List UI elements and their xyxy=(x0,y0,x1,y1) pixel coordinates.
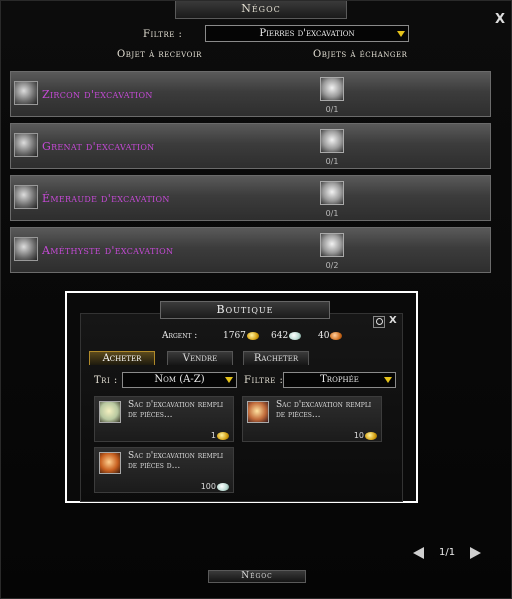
trade-row[interactable]: Émeraude d'excavation 0/1 xyxy=(10,175,491,221)
item-name[interactable]: Améthyste d'excavation xyxy=(42,244,173,257)
tab-vendre[interactable]: Vendre xyxy=(167,351,233,365)
money-label: Argent : xyxy=(162,331,198,341)
shop-item[interactable]: Sac d'excavation rempli de pièces... 1 xyxy=(94,396,234,442)
chevron-down-icon xyxy=(225,377,233,383)
coin-pile-icon[interactable] xyxy=(320,77,344,101)
item-name[interactable]: Grenat d'excavation xyxy=(42,140,154,153)
trade-row[interactable]: Grenat d'excavation 0/1 xyxy=(10,123,491,169)
gem-icon[interactable] xyxy=(14,237,38,261)
gold-coin-icon xyxy=(365,431,377,440)
sort-dropdown[interactable]: Nom (A-Z) xyxy=(122,372,237,388)
gem-icon[interactable] xyxy=(14,81,38,105)
silver-value: 642 xyxy=(271,331,289,341)
shop-item[interactable]: Sac d'excavation rempli de pièces... 10 xyxy=(242,396,382,442)
copper-coin-icon xyxy=(330,331,343,340)
trade-row[interactable]: Zircon d'excavation 0/1 xyxy=(10,71,491,117)
window-title: Négoc xyxy=(175,1,347,19)
sort-label: Tri : xyxy=(94,375,118,386)
price-value: 10 xyxy=(353,431,364,440)
tab-racheter[interactable]: Racheter xyxy=(243,351,309,365)
item-quantity: 0/1 xyxy=(325,209,339,218)
filter-dropdown[interactable]: Pierres d'excavation xyxy=(205,25,409,42)
item-name[interactable]: Émeraude d'excavation xyxy=(42,192,170,205)
search-icon[interactable] xyxy=(373,316,385,328)
silver-coin-icon xyxy=(217,482,229,491)
shop-item-name: Sac d'excavation rempli de pièces... xyxy=(276,400,372,420)
chevron-down-icon xyxy=(384,377,392,383)
trade-row[interactable]: Améthyste d'excavation 0/2 xyxy=(10,227,491,273)
shop-item-name: Sac d'excavation rempli de pièces... xyxy=(128,400,224,420)
price-value: 100 xyxy=(200,482,216,491)
item-quantity: 0/1 xyxy=(325,105,339,114)
shop-item-name: Sac d'excavation rempli de pièces d... xyxy=(128,451,224,471)
shop-item-price: 100 xyxy=(201,482,229,491)
gold-value: 1767 xyxy=(223,331,246,341)
coin-bag-icon xyxy=(247,401,269,423)
gold-amount: 1767 xyxy=(223,331,259,341)
column-receive: Objet à recevoir xyxy=(117,49,202,60)
shop-panel: Boutique X Argent : 1767 642 40 Acheter … xyxy=(65,291,418,503)
shop-filter-value: Trophée xyxy=(320,374,359,385)
copper-amount: 40 xyxy=(318,331,343,341)
gold-coin-icon xyxy=(217,431,229,440)
filter-value: Pierres d'excavation xyxy=(259,28,355,39)
coin-pile-icon[interactable] xyxy=(320,181,344,205)
coin-pile-icon[interactable] xyxy=(320,129,344,153)
shop-item[interactable]: Sac d'excavation rempli de pièces d... 1… xyxy=(94,447,234,493)
gold-coin-icon xyxy=(246,331,259,340)
filter-label: Filtre : xyxy=(143,29,183,40)
sort-value: Nom (A-Z) xyxy=(154,374,205,385)
shop-title: Boutique xyxy=(160,301,330,319)
column-exchange: Objets à échanger xyxy=(313,49,408,60)
shop-filter-dropdown[interactable]: Trophée xyxy=(283,372,396,388)
coin-bag-icon xyxy=(99,401,121,423)
negoc-window: Négoc X Filtre : Pierres d'excavation Ob… xyxy=(0,0,512,599)
silver-amount: 642 xyxy=(271,331,302,341)
page-indicator: 1/1 xyxy=(439,547,456,558)
prev-page-icon[interactable] xyxy=(413,547,424,559)
item-quantity: 0/2 xyxy=(325,261,339,270)
next-page-icon[interactable] xyxy=(470,547,481,559)
shop-item-price: 1 xyxy=(211,431,229,440)
shop-filter-label: Filtre : xyxy=(244,375,284,386)
item-quantity: 0/1 xyxy=(325,157,339,166)
tab-acheter[interactable]: Acheter xyxy=(89,351,155,365)
bottom-tab-negoc[interactable]: Négoc xyxy=(208,570,306,583)
copper-value: 40 xyxy=(318,331,330,341)
gem-icon[interactable] xyxy=(14,133,38,157)
shop-item-price: 10 xyxy=(354,431,377,440)
close-icon[interactable]: X xyxy=(493,13,507,27)
shop-close-icon[interactable]: X xyxy=(389,315,397,326)
coin-bag-icon xyxy=(99,452,121,474)
silver-coin-icon xyxy=(289,331,302,340)
chevron-down-icon xyxy=(397,30,405,37)
price-value: 1 xyxy=(210,431,216,440)
item-name[interactable]: Zircon d'excavation xyxy=(42,88,153,101)
coin-pile-icon[interactable] xyxy=(320,233,344,257)
gem-icon[interactable] xyxy=(14,185,38,209)
